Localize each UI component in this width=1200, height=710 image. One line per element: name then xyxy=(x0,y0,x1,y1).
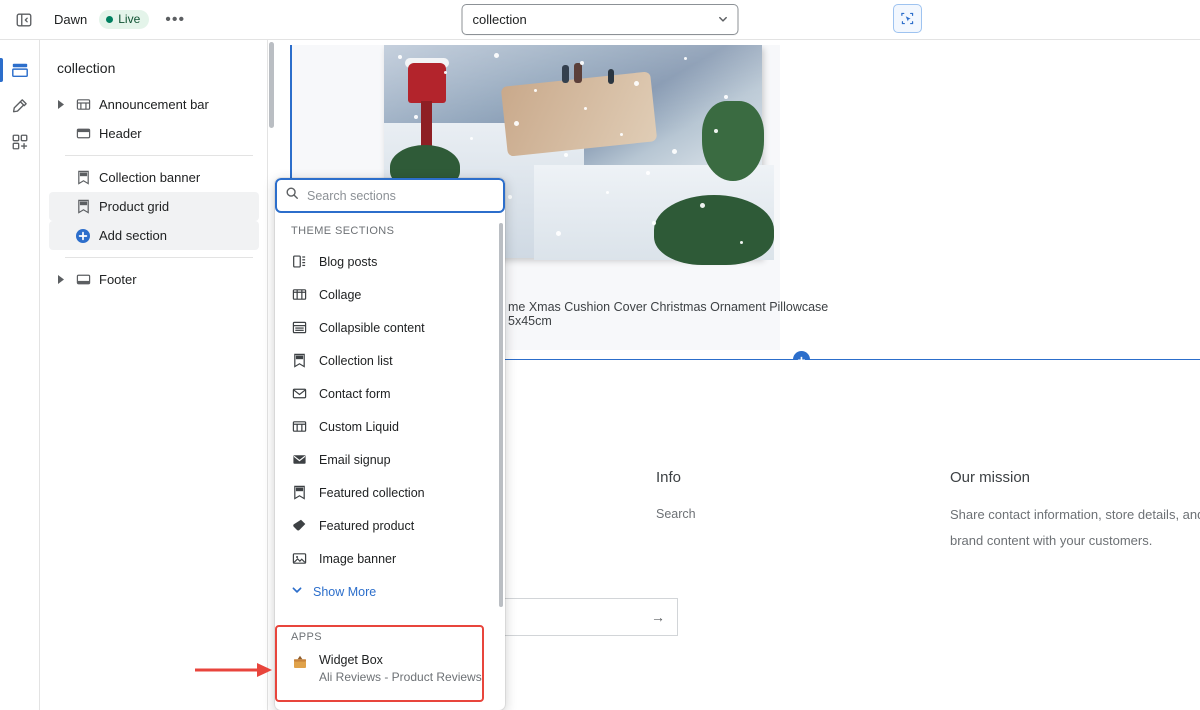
sidebar-divider xyxy=(65,257,253,258)
sidebar-item-product-grid[interactable]: Product grid xyxy=(49,192,259,221)
header-icon xyxy=(75,126,91,142)
status-badge: Live xyxy=(99,10,150,29)
sidebar-divider xyxy=(65,155,253,156)
sidebar-item-label: Add section xyxy=(99,228,167,243)
section-item-custom-liquid[interactable]: Custom Liquid xyxy=(275,410,505,443)
section-item-label: Blog posts xyxy=(319,254,378,269)
sidebar-item-label: Footer xyxy=(99,272,137,287)
status-badge-label: Live xyxy=(118,12,141,26)
live-dot-icon xyxy=(106,16,114,23)
collapsible-content-icon xyxy=(291,319,308,336)
collection-banner-icon xyxy=(75,170,91,186)
sidebar-item-announcement-bar[interactable]: Announcement bar xyxy=(49,90,259,119)
product-title-line-2: 5x45cm xyxy=(508,314,552,328)
search-sections-row[interactable] xyxy=(275,178,505,213)
search-sections-input[interactable] xyxy=(307,188,487,203)
rail-item-sections[interactable] xyxy=(0,52,40,88)
section-item-email-signup[interactable]: Email signup xyxy=(275,443,505,476)
shopify-theme-editor: Dawn Live ••• collection collection Anno… xyxy=(0,0,1200,710)
left-icon-rail xyxy=(0,40,40,710)
footer-col-title-mission: Our mission xyxy=(950,469,1031,486)
top-bar: Dawn Live ••• collection xyxy=(0,0,1200,40)
more-actions-button[interactable]: ••• xyxy=(161,11,189,27)
section-item-label: Featured product xyxy=(319,518,415,533)
popover-scrollbar-thumb[interactable] xyxy=(499,223,503,607)
sidebar-item-label: Product grid xyxy=(99,199,170,214)
featured-product-icon xyxy=(291,517,308,534)
section-item-image-banner[interactable]: Image banner xyxy=(275,542,505,575)
footer-col-title-info: Info xyxy=(656,469,682,486)
sidebar-title: collection xyxy=(57,60,116,76)
section-item-label: Contact form xyxy=(319,386,391,401)
contact-form-icon xyxy=(291,385,308,402)
chevron-down-icon xyxy=(291,584,303,599)
show-more-button[interactable]: Show More xyxy=(275,575,505,608)
image-banner-icon xyxy=(291,550,308,567)
collection-list-icon xyxy=(291,352,308,369)
section-item-blog-posts[interactable]: Blog posts xyxy=(275,245,505,278)
footer-link-search[interactable]: Search xyxy=(656,507,696,521)
footer-icon xyxy=(75,272,91,288)
chevron-down-icon xyxy=(718,12,729,27)
footer-mission-text: Share contact information, store details… xyxy=(950,507,1200,548)
add-section-popover: THEME SECTIONS Blog posts xyxy=(275,178,505,710)
app-subtitle: Ali Reviews - Product Reviews xyxy=(319,670,482,684)
section-item-label: Collection list xyxy=(319,353,393,368)
sidebar-item-collection-banner[interactable]: Collection banner xyxy=(49,163,259,192)
section-item-collection-list[interactable]: Collection list xyxy=(275,344,505,377)
sidebar-item-label: Collection banner xyxy=(99,170,201,185)
apps-section-label: APPS xyxy=(291,631,322,643)
section-item-collage[interactable]: Collage xyxy=(275,278,505,311)
app-item-text: Widget Box Ali Reviews - Product Reviews xyxy=(319,652,482,686)
section-item-collapsible-content[interactable]: Collapsible content xyxy=(275,311,505,344)
theme-name: Dawn xyxy=(54,12,88,27)
section-item-label: Custom Liquid xyxy=(319,419,399,434)
search-icon xyxy=(285,186,299,205)
blog-posts-icon xyxy=(291,253,308,270)
featured-collection-icon xyxy=(291,484,308,501)
section-item-contact-form[interactable]: Contact form xyxy=(275,377,505,410)
section-item-featured-collection[interactable]: Featured collection xyxy=(275,476,505,509)
app-title: Widget Box xyxy=(319,653,383,667)
toggle-sidebar-icon[interactable] xyxy=(10,6,38,34)
section-item-featured-product[interactable]: Featured product xyxy=(275,509,505,542)
sidebar-item-label: Header xyxy=(99,126,142,141)
section-item-label: Featured collection xyxy=(319,485,425,500)
page-select[interactable]: collection xyxy=(461,4,739,35)
announcement-bar-icon xyxy=(75,97,91,113)
sidebar-item-label: Announcement bar xyxy=(99,97,209,112)
chevron-right-icon[interactable] xyxy=(55,100,67,109)
rail-item-apps[interactable] xyxy=(0,124,40,160)
collage-icon xyxy=(291,286,308,303)
theme-sections-label: THEME SECTIONS xyxy=(291,225,395,237)
email-signup-icon xyxy=(291,451,308,468)
custom-liquid-icon xyxy=(291,418,308,435)
page-select-value: collection xyxy=(472,12,527,27)
sidebar-list: Announcement bar Header Collection banne… xyxy=(41,90,267,294)
section-item-label: Collage xyxy=(319,287,362,302)
section-item-label: Image banner xyxy=(319,551,397,566)
arrow-right-icon[interactable]: → xyxy=(651,609,665,625)
inspector-select-button[interactable] xyxy=(893,4,922,33)
preview-scrollbar-thumb[interactable] xyxy=(269,42,274,128)
product-grid-icon xyxy=(75,199,91,215)
sidebar-item-add-section[interactable]: Add section xyxy=(49,221,259,250)
section-item-label: Collapsible content xyxy=(319,320,425,335)
app-item-widget-box[interactable]: Widget Box Ali Reviews - Product Reviews xyxy=(291,652,482,686)
rail-item-theme-settings[interactable] xyxy=(0,88,40,124)
widget-box-app-icon xyxy=(291,653,308,670)
sidebar-item-header[interactable]: Header xyxy=(49,119,259,148)
sidebar-item-footer[interactable]: Footer xyxy=(49,265,259,294)
top-bar-left-group: Dawn Live ••• xyxy=(0,6,189,34)
chevron-right-icon[interactable] xyxy=(55,275,67,284)
annotation-arrow xyxy=(195,662,273,678)
plus-circle-icon xyxy=(75,228,91,244)
page-selector-wrap: collection xyxy=(461,4,739,35)
sections-sidebar: collection Announcement bar Header Colle… xyxy=(41,40,268,710)
product-title-line-1: me Xmas Cushion Cover Christmas Ornament… xyxy=(508,300,829,314)
show-more-label: Show More xyxy=(313,584,377,599)
section-item-label: Email signup xyxy=(319,452,391,467)
